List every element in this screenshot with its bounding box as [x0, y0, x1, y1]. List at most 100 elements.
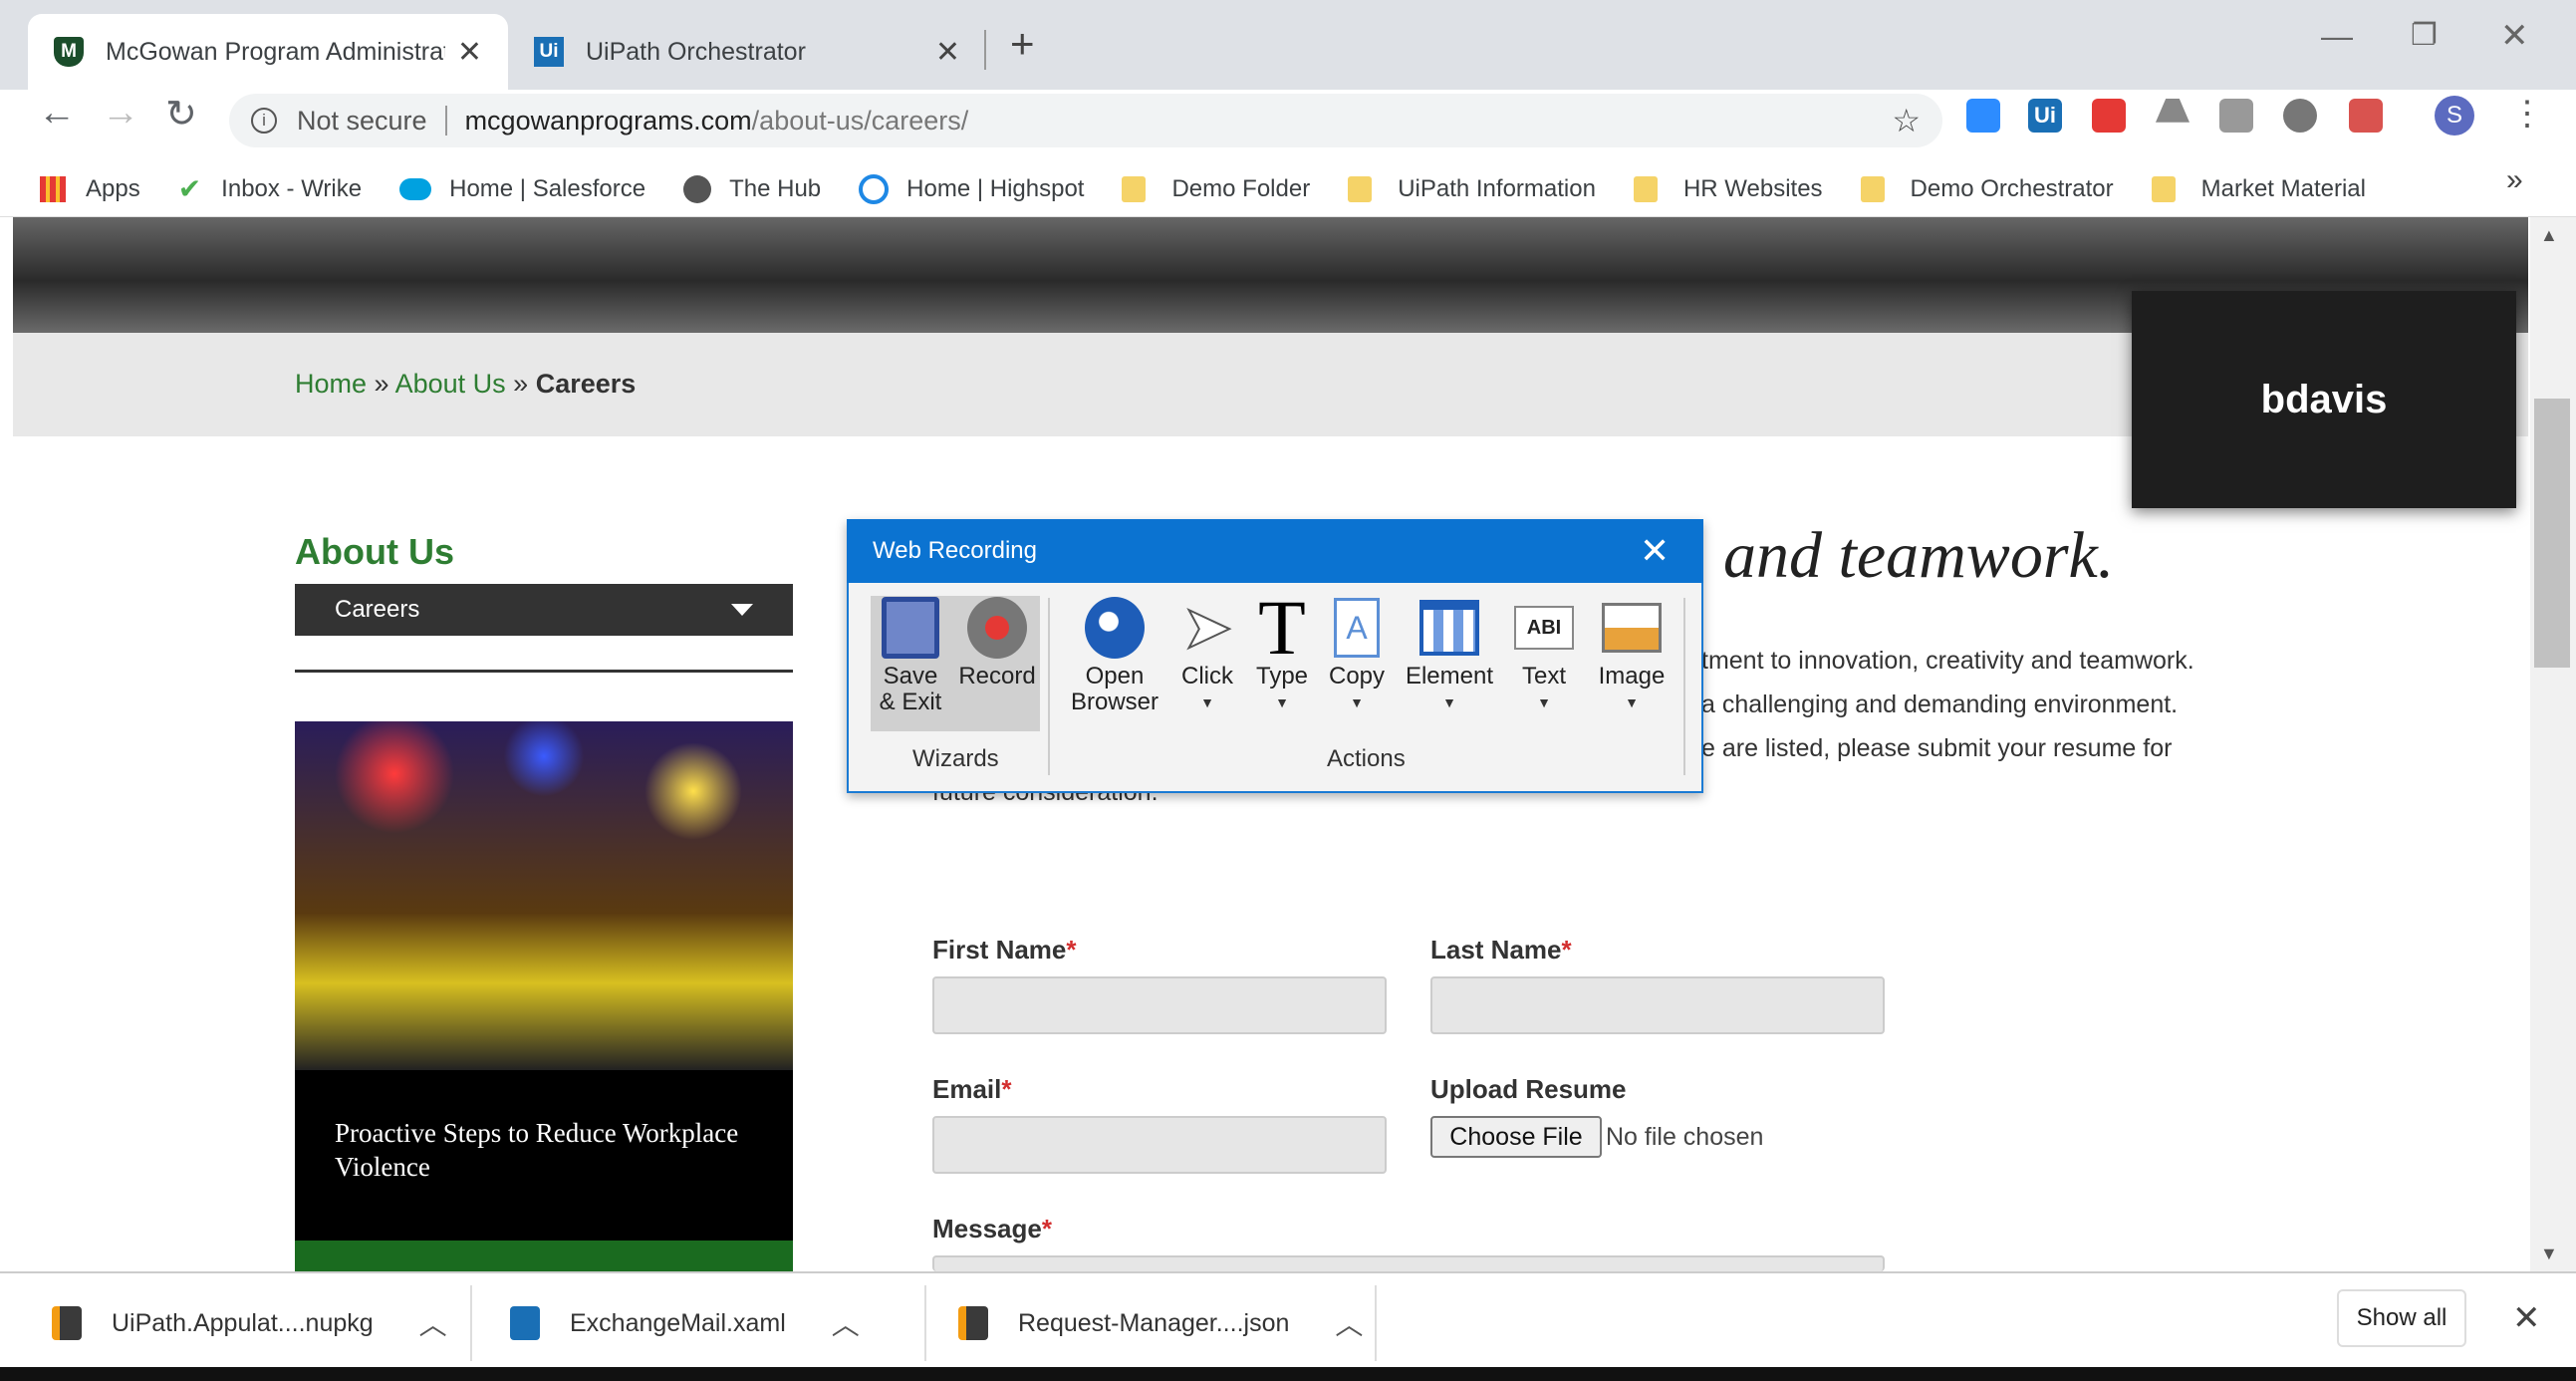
bookmarks-overflow[interactable]: »: [2506, 163, 2523, 197]
scroll-up-icon[interactable]: ▲: [2540, 225, 2558, 246]
tab-uipath[interactable]: Ui UiPath Orchestrator ✕: [508, 14, 986, 90]
bookmark-label: HR Websites: [1682, 174, 1823, 202]
profile-avatar[interactable]: S: [2435, 96, 2474, 136]
scrollbar-thumb[interactable]: [2534, 399, 2570, 668]
download-separator: [1375, 1285, 1377, 1361]
dropdown-caret-icon[interactable]: ▼: [1442, 690, 1456, 715]
copy-document-icon: A: [1327, 598, 1387, 658]
open-browser-globe-icon: [1085, 597, 1145, 659]
tab-mcgowan[interactable]: M McGowan Program Administrato ✕: [28, 14, 508, 90]
save-exit-button[interactable]: Save & Exit: [871, 597, 950, 715]
type-button[interactable]: T Type ▼: [1249, 584, 1315, 715]
first-name-input[interactable]: [932, 976, 1387, 1034]
record-button[interactable]: Record: [954, 597, 1040, 690]
close-downloads-icon[interactable]: ✕: [2512, 1298, 2541, 1338]
pdf-extension-icon[interactable]: [2349, 99, 2383, 133]
dropdown-caret-icon[interactable]: ▼: [1275, 690, 1289, 715]
info-icon[interactable]: i: [251, 108, 277, 134]
uipath-icon: Ui: [534, 37, 564, 67]
bookmark-label: Home | Salesforce: [449, 174, 646, 202]
dropdown-label: Careers: [335, 596, 420, 623]
bookmark-label: Apps: [86, 174, 140, 202]
chevron-up-icon[interactable]: ︿: [832, 1303, 860, 1343]
minimize-button[interactable]: —: [2321, 18, 2353, 55]
tab-title: McGowan Program Administrato: [106, 37, 445, 66]
uipath-extension-icon[interactable]: Ui: [2028, 99, 2062, 133]
caret-down-icon: [731, 604, 753, 616]
element-button[interactable]: Element ▼: [1403, 598, 1496, 715]
menu-kebab-icon[interactable]: ⋮: [2510, 94, 2544, 134]
download-item[interactable]: Request-Manager....json ︿: [958, 1285, 1363, 1361]
message-label: Message*: [932, 1214, 1052, 1244]
bookmark-hr-websites[interactable]: HR Websites: [1633, 174, 1823, 203]
bookmark-star-icon[interactable]: ☆: [1892, 102, 1921, 139]
breadcrumb-about[interactable]: About Us: [395, 369, 506, 399]
close-window-button[interactable]: ✕: [2500, 16, 2529, 56]
reload-icon[interactable]: ↻: [165, 92, 197, 137]
dropdown-caret-icon[interactable]: ▼: [1350, 690, 1364, 715]
image-button[interactable]: Image ▼: [1592, 598, 1672, 715]
close-tab-icon[interactable]: ✕: [935, 35, 960, 70]
close-dialog-icon[interactable]: ✕: [1640, 530, 1670, 572]
back-icon[interactable]: ←: [38, 92, 76, 135]
zoom-extension-icon[interactable]: [1966, 99, 2000, 133]
open-browser-button[interactable]: Open Browser: [1060, 597, 1169, 715]
dropdown-caret-icon[interactable]: ▼: [1537, 690, 1551, 715]
bookmark-uipath-info[interactable]: UiPath Information: [1348, 175, 1596, 203]
dropdown-caret-icon[interactable]: ▼: [1200, 690, 1214, 715]
breadcrumb-home[interactable]: Home: [295, 369, 367, 399]
choose-file-button[interactable]: Choose File: [1430, 1116, 1602, 1158]
url-path: /about-us/careers/: [751, 105, 969, 136]
message-input[interactable]: [932, 1255, 1885, 1271]
button-label: Copy: [1328, 663, 1386, 690]
type-t-icon: T: [1258, 584, 1306, 671]
forward-icon[interactable]: →: [102, 92, 139, 135]
click-button[interactable]: ➤ Click ▼: [1173, 597, 1241, 715]
text-icon-label: ABI: [1514, 606, 1574, 650]
download-separator: [924, 1285, 926, 1361]
text-button[interactable]: ABI Text ▼: [1510, 598, 1578, 715]
breadcrumb-separator: »: [513, 369, 529, 399]
bookmark-salesforce[interactable]: Home | Salesforce: [399, 175, 645, 203]
bookmark-demo-folder[interactable]: Demo Folder: [1122, 175, 1310, 203]
email-input[interactable]: [932, 1116, 1387, 1174]
last-name-input[interactable]: [1430, 976, 1885, 1034]
bookmark-wrike[interactable]: ✔ Inbox - Wrike: [178, 172, 362, 205]
extension-icon[interactable]: [2283, 99, 2317, 133]
bookmark-the-hub[interactable]: The Hub: [683, 174, 822, 203]
bookmark-label: Demo Orchestrator: [1910, 174, 2114, 202]
download-item[interactable]: UiPath.Appulat....nupkg ︿: [52, 1285, 447, 1361]
button-label: Text: [1521, 663, 1566, 690]
bookmark-apps[interactable]: Apps: [40, 175, 140, 203]
required-mark: *: [1561, 935, 1572, 965]
bookmarks-bar: Apps ✔ Inbox - Wrike Home | Salesforce Th…: [0, 161, 2576, 217]
bookmark-highspot[interactable]: Home | Highspot: [859, 173, 1084, 204]
bookmark-label: The Hub: [729, 174, 822, 202]
download-filename: ExchangeMail.xaml: [570, 1308, 786, 1337]
copy-button[interactable]: A Copy ▼: [1325, 598, 1389, 715]
address-bar[interactable]: i Not secure mcgowanprograms.com /about-…: [229, 94, 1942, 147]
image-landscape-icon: [1602, 598, 1662, 658]
chevron-up-icon[interactable]: ︿: [419, 1303, 447, 1343]
extension-icon[interactable]: [2219, 99, 2253, 133]
group-divider: [1683, 598, 1685, 775]
bookmark-label: Market Material: [2200, 174, 2366, 202]
download-filename: UiPath.Appulat....nupkg: [112, 1308, 374, 1337]
button-label: Element: [1405, 663, 1494, 690]
restore-button[interactable]: ❐: [2411, 18, 2438, 53]
download-item[interactable]: ExchangeMail.xaml ︿: [510, 1285, 860, 1361]
new-tab-button[interactable]: +: [1010, 20, 1035, 68]
crime-scene-image: [295, 721, 793, 1070]
show-all-button[interactable]: Show all: [2337, 1289, 2466, 1347]
page-scrollbar[interactable]: [2530, 217, 2576, 1271]
security-label: Not secure: [297, 105, 427, 136]
close-tab-icon[interactable]: ✕: [457, 35, 482, 70]
promo-title[interactable]: Proactive Steps to Reduce Workplace Viol…: [335, 1116, 753, 1184]
careers-dropdown[interactable]: Careers: [295, 584, 793, 636]
extension-icon[interactable]: [2092, 99, 2126, 133]
bookmark-market-material[interactable]: Market Material: [2151, 174, 2366, 203]
chevron-up-icon[interactable]: ︿: [1335, 1303, 1363, 1343]
dropdown-caret-icon[interactable]: ▼: [1625, 690, 1639, 715]
bookmark-demo-orchestrator[interactable]: Demo Orchestrator: [1860, 174, 2114, 203]
scroll-down-icon[interactable]: ▼: [2540, 1243, 2558, 1264]
